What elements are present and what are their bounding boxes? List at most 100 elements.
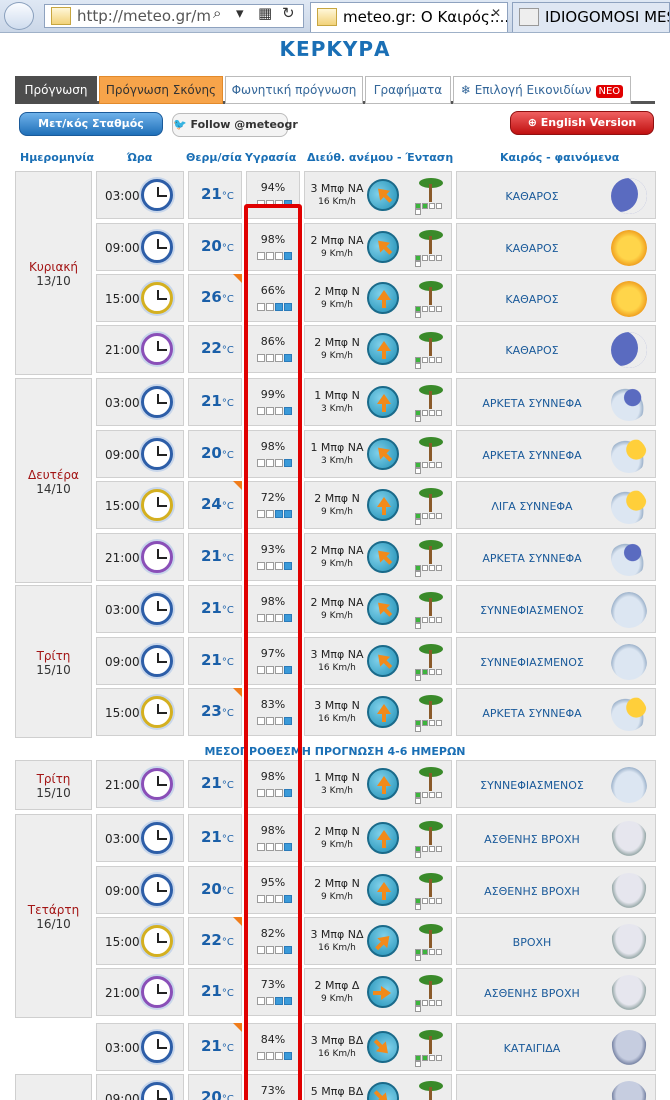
weather-label: ΣΥΝΝΕΦΙΑΣΜΕΝΟΣ [480,604,584,617]
humidity-value: 94% [260,181,286,194]
sun-icon [611,230,647,266]
wind-force: 2 Μπφ Ν [314,336,360,349]
warning-marker-icon [233,274,242,283]
time-label: 03:00 [105,832,140,846]
wind-cell: 3 Μπφ ΝΔ 16 Km/h [304,917,452,965]
browser-tab-active[interactable]: meteo.gr: Ο Καιρός:... [310,2,508,32]
english-version-button[interactable]: ⊕ English Version [510,111,654,135]
wind-text: 2 Μπφ Ν 9 Km/h [309,492,365,517]
forecast-tabs: Πρόγνωση Πρόγνωση Σκόνης Φωνητική πρόγνω… [15,76,655,104]
wind-cell: 2 Μπφ Ν 9 Km/h [304,866,452,914]
day-name: Τετάρτη [27,903,80,917]
weather-cell: ΣΥΝΝΕΦΙΑΣΜΕΝΟΣ [456,637,656,685]
day-name: Δευτέρα [28,467,79,482]
wind-force: 3 Μπφ ΒΔ [310,1034,364,1047]
browser-tab-2[interactable]: IDIOGOMOSI MESS [512,2,670,32]
beaufort-palm-icon [413,1079,449,1100]
time-cell: 09:00 [96,637,184,685]
weather-cell: ΣΥΝΝΕΦΙΑΣΜΕΝΟΣ [456,585,656,633]
clock-icon [141,333,173,365]
moon-icon [611,178,647,214]
dropdown-icon[interactable]: ▾ [236,4,244,22]
compat-icon[interactable]: ▦ [258,4,272,22]
wind-text: 2 Μπφ Δ 9 Km/h [309,979,365,1004]
day-date: 14/10 [36,481,71,496]
time-label: 15:00 [105,499,140,513]
tab-icons[interactable]: ❄ Επιλογή Εικονιδίων ΝΕΟ [453,76,631,104]
humidity-bars [257,614,295,623]
humidity-value: 98% [260,824,286,837]
twitter-follow-button[interactable]: 🐦 Follow @meteogr [172,113,298,137]
refresh-icon[interactable]: ↻ [282,4,295,22]
uk-flag-icon: ⊕ [527,116,537,129]
back-button[interactable] [4,2,34,30]
weather-label: ΑΣΘΕΝΗΣ ΒΡΟΧΗ [484,987,580,1000]
tab-dust[interactable]: Πρόγνωση Σκόνης [99,76,223,104]
wind-text: 2 Μπφ Ν 9 Km/h [309,336,365,361]
follow-label: Follow @meteogr [190,118,298,131]
station-button[interactable]: Μετ/κός Σταθμός [19,112,163,136]
wind-force: 2 Μπφ Ν [314,285,360,298]
time-label: 15:00 [105,292,140,306]
tab-voice[interactable]: Φωνητική πρόγνωση [225,76,363,104]
wind-cell: 2 Μπφ Ν 9 Km/h [304,814,452,862]
wind-cell: 1 Μπφ Ν 3 Km/h [304,760,452,808]
humidity-cell: 98% [246,760,300,808]
humidity-cell: 99% [246,378,300,426]
wind-direction-icon [360,1024,406,1070]
temp-cell: 20°C [188,430,242,478]
temperature: 21°C [201,651,234,669]
wind-speed: 16 Km/h [318,714,356,724]
wind-speed: 9 Km/h [321,351,353,361]
weather-cell: ΚΑΘΑΡΟΣ [456,171,656,219]
wind-direction-icon [367,822,399,854]
time-cell: 03:00 [96,1023,184,1071]
weather-cell: ΑΡΚΕΤΑ ΣΥΝΝΕΦΑ [456,430,656,478]
weather-label: ΑΡΚΕΤΑ ΣΥΝΝΕΦΑ [482,552,582,565]
cloud-icon [611,767,647,803]
address-text: http://meteo.gr/m [77,7,211,25]
humidity-bars [257,562,295,571]
humidity-bars [257,510,295,519]
humidity-cell: 98% [246,223,300,271]
time-cell: 09:00 [96,430,184,478]
humidity-bars [257,843,295,852]
tab-forecast[interactable]: Πρόγνωση [15,76,97,104]
weather-cell: ΚΑΤΑΙΓΙΔΑ [456,1023,656,1071]
temp-cell: 21°C [188,1023,242,1071]
weather-cell: ΑΣΘΕΝΗΣ ΒΡΟΧΗ [456,814,656,862]
weather-cell: ΣΥΝΝΕΦΙΑΣΜΕΝΟΣ [456,760,656,808]
wind-direction-icon [367,874,399,906]
tab2-title: IDIOGOMOSI MESS [545,8,669,26]
beaufort-palm-icon [413,819,449,858]
humidity-bars [257,1052,295,1061]
search-icon[interactable]: ⌕ [213,4,221,22]
time-cell: 03:00 [96,171,184,219]
time-cell: 03:00 [96,814,184,862]
wind-direction-icon [367,976,399,1008]
wind-cell: 2 Μπφ Ν 9 Km/h [304,325,452,373]
wind-direction-icon [360,224,406,270]
time-cell: 15:00 [96,917,184,965]
humidity-bars [257,717,295,726]
wind-direction-icon [360,1075,406,1100]
header-temp: Θερμ/σία [186,151,242,164]
wind-direction-icon [367,489,399,521]
humidity-cell: 98% [246,585,300,633]
weather-label: ΑΡΚΕΤΑ ΣΥΝΝΕΦΑ [482,449,582,462]
close-tab-icon[interactable]: ✕ [491,6,501,20]
clock-icon [141,438,173,470]
wind-direction-icon [367,386,399,418]
tab2-favicon [519,8,539,26]
header-humidity: Υγρασία [245,151,297,164]
wind-text: 1 Μπφ ΝΑ 3 Km/h [309,441,365,466]
beaufort-palm-icon [413,279,449,318]
storm-icon [611,1081,647,1100]
wind-cell: 3 Μπφ ΒΔ 16 Km/h [304,1023,452,1071]
tab-graphs[interactable]: Γραφήματα [365,76,451,104]
temperature: 21°C [201,185,234,203]
wind-direction-icon [360,638,406,684]
beaufort-palm-icon [413,538,449,577]
temperature: 20°C [201,1088,234,1100]
tab-title: meteo.gr: Ο Καιρός:... [343,8,508,26]
